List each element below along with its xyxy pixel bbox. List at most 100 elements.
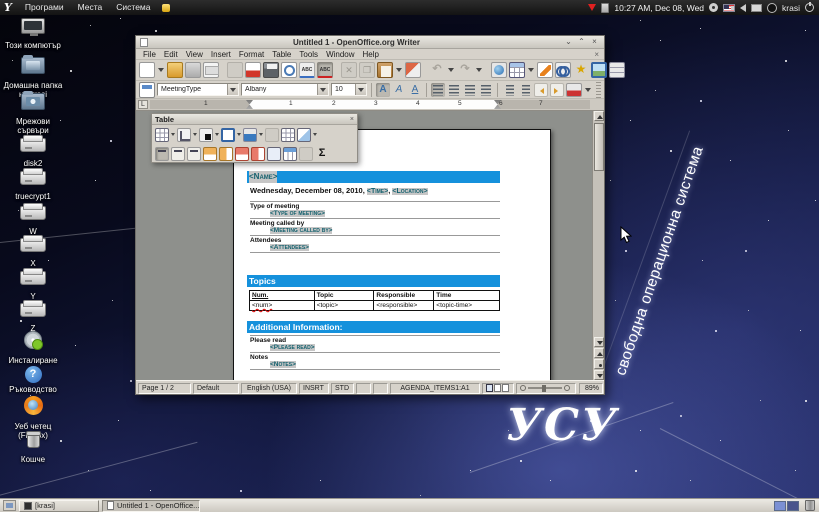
print-icon[interactable] bbox=[263, 62, 279, 78]
save-icon[interactable] bbox=[185, 62, 201, 78]
zoom-in-icon[interactable] bbox=[564, 385, 570, 391]
agenda-name-bar[interactable]: <Name> bbox=[247, 171, 500, 183]
table-dropdown-icon[interactable] bbox=[528, 68, 534, 72]
volume-icon[interactable] bbox=[740, 4, 746, 12]
please-read-placeholder[interactable]: <Please read> bbox=[270, 344, 315, 351]
time-placeholder[interactable]: <Time> bbox=[367, 188, 388, 195]
desktop-icon-computer[interactable]: Този компютър bbox=[0, 18, 66, 50]
font-name-combo[interactable]: Albany bbox=[241, 83, 329, 96]
status-cell-reference[interactable]: AGENDA_ITEMS1:A1 bbox=[390, 383, 480, 394]
menu-system[interactable]: Система bbox=[109, 0, 157, 15]
chevron-down-icon[interactable] bbox=[215, 133, 219, 136]
merge-cells-icon[interactable] bbox=[265, 128, 279, 142]
gear-icon[interactable] bbox=[709, 3, 718, 12]
show-desktop-button[interactable] bbox=[3, 500, 16, 511]
trash-applet-icon[interactable] bbox=[805, 500, 815, 511]
chevron-down-icon[interactable] bbox=[237, 133, 241, 136]
paste-dropdown-icon[interactable] bbox=[396, 68, 402, 72]
numbered-list-icon[interactable] bbox=[502, 83, 516, 97]
copy-icon[interactable]: ❐ bbox=[359, 62, 375, 78]
status-selection-mode[interactable]: STD bbox=[331, 383, 354, 394]
desktop-icon-z[interactable]: Z bbox=[0, 303, 66, 333]
workspace-2[interactable] bbox=[787, 501, 799, 511]
delete-column-icon[interactable] bbox=[251, 147, 265, 161]
chevron-down-icon[interactable] bbox=[313, 133, 317, 136]
meta-row[interactable]: Notes <Notes> bbox=[250, 352, 500, 370]
auto-spellcheck-icon[interactable]: ABC bbox=[317, 62, 333, 78]
status-insert-mode[interactable]: INSRT bbox=[299, 383, 329, 394]
highlight-dropdown-icon[interactable] bbox=[585, 88, 591, 92]
email-icon[interactable] bbox=[203, 62, 219, 78]
name-placeholder[interactable]: <Name> bbox=[249, 171, 277, 183]
font-size-combo[interactable]: 10 bbox=[331, 83, 367, 96]
next-page-button[interactable] bbox=[594, 370, 604, 380]
single-page-view-icon[interactable] bbox=[486, 384, 493, 392]
book-view-icon[interactable] bbox=[502, 384, 509, 392]
workspace-1[interactable] bbox=[774, 501, 786, 511]
meta-row[interactable]: Type of meeting <Type of meeting> bbox=[250, 201, 500, 218]
insert-column-icon[interactable] bbox=[219, 147, 233, 161]
desktop-icon-guide[interactable]: ? Ръководство bbox=[0, 364, 66, 394]
menu-tools[interactable]: Tools bbox=[295, 50, 322, 59]
undo-dropdown-icon[interactable] bbox=[448, 68, 454, 72]
topic-cell[interactable]: <topic> bbox=[314, 301, 374, 311]
mail-applet-icon[interactable] bbox=[751, 4, 762, 12]
table-toolbar-close-icon[interactable]: × bbox=[350, 116, 354, 123]
insert-table-icon[interactable] bbox=[509, 62, 525, 78]
status-page[interactable]: Page 1 / 2 bbox=[138, 383, 191, 394]
power-icon[interactable] bbox=[805, 3, 814, 12]
background-color-icon[interactable] bbox=[243, 128, 257, 142]
new-document-icon[interactable] bbox=[139, 62, 155, 78]
align-center-vertical-icon[interactable] bbox=[171, 147, 185, 161]
sum-icon[interactable]: Σ bbox=[315, 147, 329, 161]
meta-row[interactable]: Attendees <Attendees> bbox=[250, 235, 500, 253]
desktop-icon-y[interactable]: Y bbox=[0, 271, 66, 301]
notes-applet-icon[interactable] bbox=[601, 3, 609, 13]
close-button[interactable]: × bbox=[589, 37, 600, 47]
optimize-icon[interactable] bbox=[297, 128, 311, 142]
taskbar-item-writer[interactable]: Untitled 1 - OpenOffice... bbox=[102, 500, 200, 512]
align-bottom-icon[interactable] bbox=[187, 147, 201, 161]
italic-button[interactable]: A bbox=[392, 83, 406, 97]
table-properties-icon[interactable] bbox=[267, 147, 281, 161]
meta-row[interactable]: Meeting called by <Meeting called by> bbox=[250, 218, 500, 235]
gallery-icon[interactable] bbox=[591, 62, 607, 78]
chevron-down-icon[interactable] bbox=[259, 133, 263, 136]
cut-icon[interactable]: ✕ bbox=[341, 62, 357, 78]
draw-functions-icon[interactable] bbox=[537, 62, 553, 78]
insert-row-icon[interactable] bbox=[203, 147, 217, 161]
topics-table[interactable]: Num. Topic Responsible Time <num> <topic… bbox=[249, 290, 500, 311]
menu-applications[interactable]: Програми bbox=[18, 0, 71, 15]
menu-insert[interactable]: Insert bbox=[207, 50, 235, 59]
navigator-icon[interactable]: ★ bbox=[573, 62, 589, 78]
highlight-color-icon[interactable] bbox=[566, 83, 582, 97]
align-center-button[interactable] bbox=[447, 83, 461, 97]
zoom-knob[interactable] bbox=[542, 385, 546, 392]
desktop-icon-truecrypt1[interactable]: truecrypt1 bbox=[0, 171, 66, 201]
num-cell[interactable]: <num> bbox=[252, 302, 272, 309]
decrease-indent-icon[interactable] bbox=[534, 83, 548, 97]
status-language[interactable]: English (USA) bbox=[241, 383, 297, 394]
navigation-dot-button[interactable] bbox=[594, 359, 604, 369]
previous-page-button[interactable] bbox=[594, 348, 604, 358]
desktop-icon-w[interactable]: W bbox=[0, 206, 66, 236]
style-dropdown-button[interactable] bbox=[227, 84, 238, 95]
distro-logo-icon[interactable]: Ү bbox=[4, 1, 12, 14]
scroll-down-button[interactable] bbox=[594, 337, 604, 347]
spellcheck-icon[interactable]: ABC bbox=[299, 62, 315, 78]
status-zoom-percent[interactable]: 89% bbox=[579, 383, 603, 394]
menu-help[interactable]: Help bbox=[359, 50, 383, 59]
menu-window[interactable]: Window bbox=[322, 50, 358, 59]
redo-dropdown-icon[interactable] bbox=[476, 68, 482, 72]
meta-row[interactable]: Please read <Please read> bbox=[250, 335, 500, 352]
format-paintbrush-icon[interactable] bbox=[405, 62, 421, 78]
taskbar-item-krasi[interactable]: [krasi] bbox=[19, 500, 99, 512]
align-left-button[interactable] bbox=[431, 83, 445, 97]
line-color-icon[interactable] bbox=[199, 128, 213, 142]
minimize-button[interactable]: ⌄ bbox=[563, 37, 574, 47]
workspace-switcher[interactable] bbox=[774, 501, 799, 511]
align-right-button[interactable] bbox=[463, 83, 477, 97]
find-replace-icon[interactable] bbox=[555, 62, 571, 78]
styles-icon[interactable] bbox=[139, 82, 155, 98]
line-style-icon[interactable] bbox=[177, 128, 191, 142]
